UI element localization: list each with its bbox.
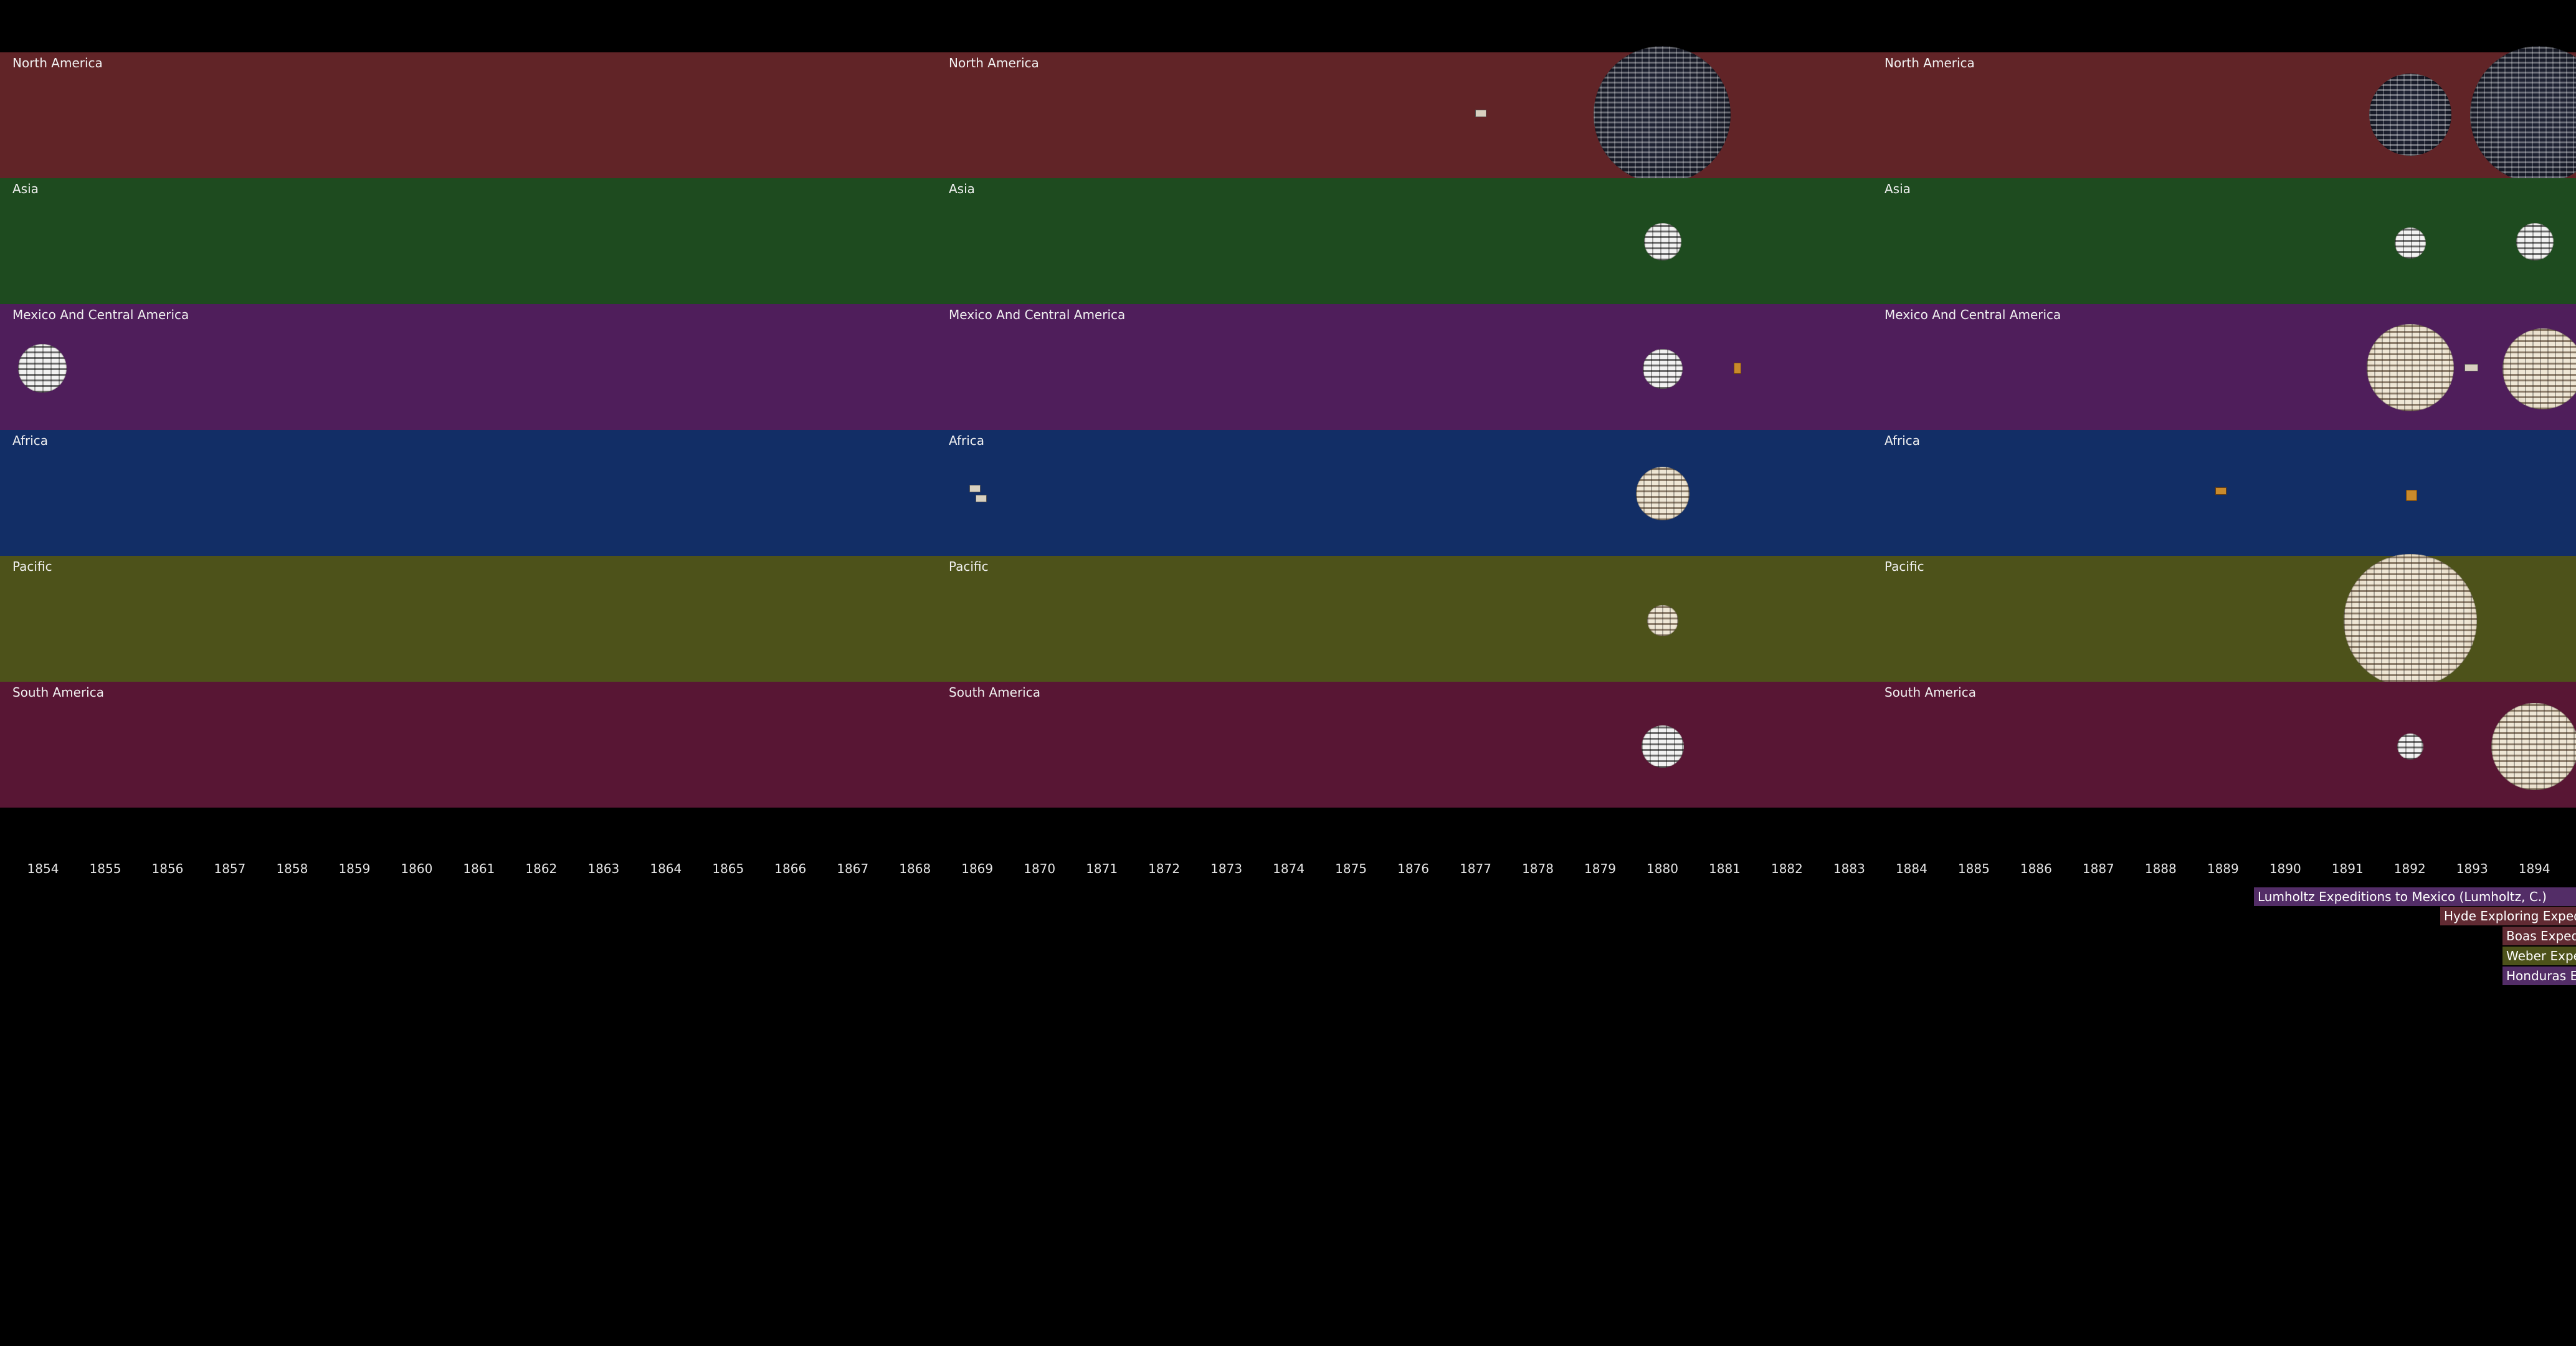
year-axis: 1854 1855 1856 1857 1858 1859 1860 1861 1862 1863… [0, 861, 2576, 880]
image-cluster[interactable] [18, 344, 67, 393]
image-cluster[interactable] [1642, 725, 1684, 768]
region-label-south-america: South America [1884, 685, 1976, 700]
year-tick-label: 1890 [2269, 861, 2301, 876]
region-label-mexico-and-central-america: Mexico And Central America [949, 307, 1126, 322]
region-label-pacific: Pacific [12, 559, 52, 574]
year-tick-label: 1854 [27, 861, 59, 876]
image-cluster[interactable] [2397, 733, 2423, 760]
image-cluster[interactable] [2491, 703, 2576, 790]
expedition-bar[interactable]: Boas Expedi [2502, 927, 2576, 945]
image-cluster[interactable] [1643, 349, 1683, 389]
year-tick-label: 1891 [2331, 861, 2364, 876]
year-tick-label: 1860 [401, 861, 433, 876]
region-label-africa: Africa [949, 433, 985, 448]
region-band-africa: Africa Africa Africa [0, 430, 2576, 556]
year-tick-label: 1875 [1335, 861, 1367, 876]
year-tick-label: 1859 [338, 861, 371, 876]
year-tick-label: 1887 [2082, 861, 2114, 876]
year-tick-label: 1871 [1086, 861, 1118, 876]
image-thumbnail[interactable] [2406, 490, 2417, 501]
region-label-africa: Africa [12, 433, 49, 448]
region-label-africa: Africa [1884, 433, 1921, 448]
year-tick-label: 1882 [1770, 861, 1803, 876]
image-thumbnail[interactable] [969, 485, 981, 492]
region-label-asia: Asia [1884, 181, 1911, 196]
year-tick-label: 1888 [2144, 861, 2177, 876]
image-cluster[interactable] [2470, 46, 2576, 183]
image-cluster[interactable] [1636, 467, 1690, 520]
year-tick-label: 1862 [525, 861, 558, 876]
image-cluster[interactable] [2369, 74, 2451, 156]
image-cluster[interactable] [1644, 223, 1681, 260]
region-label-pacific: Pacific [949, 559, 989, 574]
year-tick-label: 1856 [151, 861, 184, 876]
year-tick-label: 1868 [899, 861, 931, 876]
year-tick-label: 1884 [1895, 861, 1927, 876]
image-cluster[interactable] [2395, 227, 2426, 259]
region-label-south-america: South America [949, 685, 1040, 700]
year-tick-label: 1894 [2518, 861, 2550, 876]
region-label-mexico-and-central-america: Mexico And Central America [12, 307, 189, 322]
expedition-bar[interactable]: Lumholtz Expeditions to Mexico (Lumholtz… [2254, 887, 2576, 906]
year-tick-label: 1881 [1709, 861, 1741, 876]
year-tick-label: 1866 [774, 861, 807, 876]
year-tick-label: 1892 [2393, 861, 2426, 876]
year-tick-label: 1865 [712, 861, 744, 876]
year-tick-label: 1855 [89, 861, 121, 876]
region-band-pacific: Pacific Pacific Pacific [0, 554, 2576, 687]
region-label-asia: Asia [949, 181, 975, 196]
year-tick-label: 1857 [214, 861, 246, 876]
image-thumbnail[interactable] [2464, 364, 2478, 371]
region-label-mexico-and-central-america: Mexico And Central America [1884, 307, 2061, 322]
year-tick-label: 1877 [1460, 861, 1491, 876]
region-label-pacific: Pacific [1884, 559, 1924, 574]
image-cluster[interactable] [1647, 605, 1678, 636]
image-cluster[interactable] [2516, 223, 2554, 260]
image-thumbnail[interactable] [2215, 487, 2227, 495]
region-band-south-america: South America South America South America [0, 682, 2576, 808]
year-tick-label: 1873 [1210, 861, 1243, 876]
year-tick-label: 1869 [961, 861, 994, 876]
year-tick-label: 1874 [1273, 861, 1305, 876]
year-tick-label: 1880 [1647, 861, 1678, 876]
year-tick-label: 1876 [1397, 861, 1429, 876]
year-tick-label: 1879 [1584, 861, 1616, 876]
expedition-bar[interactable]: Weber Expe [2502, 947, 2576, 965]
image-cluster[interactable] [2502, 328, 2576, 409]
image-thumbnail[interactable] [1734, 363, 1741, 374]
region-label-asia: Asia [12, 181, 39, 196]
expedition-bar[interactable]: Honduras E [2502, 967, 2576, 985]
year-tick-label: 1886 [2020, 861, 2052, 876]
region-label-north-america: North America [949, 55, 1039, 70]
year-tick-label: 1863 [587, 861, 620, 876]
year-tick-label: 1870 [1024, 861, 1056, 876]
year-tick-label: 1893 [2456, 861, 2488, 876]
year-tick-label: 1878 [1522, 861, 1554, 876]
image-thumbnail[interactable] [1475, 110, 1486, 117]
image-cluster[interactable] [2367, 324, 2454, 411]
year-tick-label: 1889 [2207, 861, 2239, 876]
year-tick-label: 1867 [837, 861, 869, 876]
image-cluster[interactable] [2344, 554, 2477, 687]
year-tick-label: 1861 [463, 861, 495, 876]
year-tick-label: 1885 [1957, 861, 1990, 876]
year-tick-label: 1864 [650, 861, 682, 876]
region-band-north-america: North America North America North America [0, 46, 2576, 183]
region-label-south-america: South America [12, 685, 104, 700]
region-label-north-america: North America [12, 55, 103, 70]
year-tick-label: 1858 [276, 861, 308, 876]
image-thumbnail[interactable] [976, 495, 987, 502]
region-band-asia: Asia Asia Asia [0, 178, 2576, 304]
image-cluster[interactable] [1594, 46, 1731, 183]
region-label-north-america: North America [1884, 55, 1975, 70]
year-tick-label: 1883 [1833, 861, 1865, 876]
year-tick-label: 1872 [1148, 861, 1181, 876]
region-band-mexico-and-central-america: Mexico And Central America Mexico And Cen… [0, 304, 2576, 430]
expedition-bar[interactable]: Hyde Exploring Expedit [2440, 907, 2576, 925]
